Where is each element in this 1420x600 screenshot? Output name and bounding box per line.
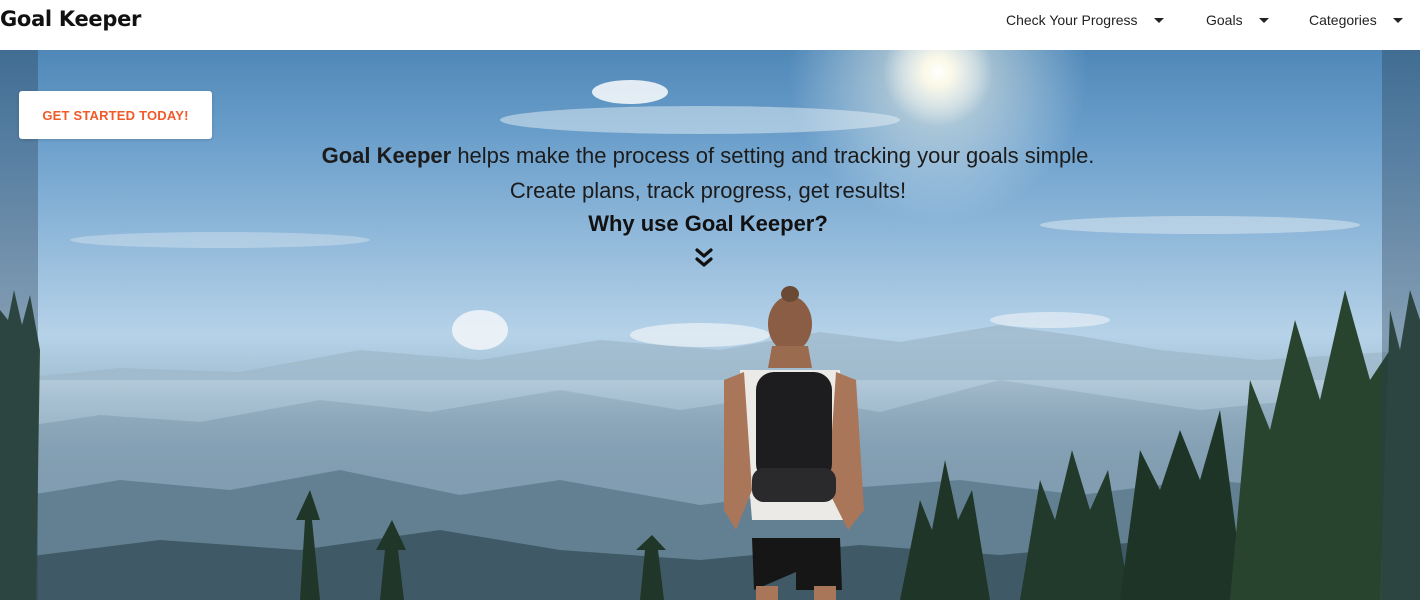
double-chevron-down-icon[interactable] <box>694 247 714 269</box>
brand-logo[interactable]: Goal Keeper <box>0 5 141 33</box>
hero-section: GET STARTED TODAY! Goal Keeper helps mak… <box>0 50 1420 600</box>
nav-check-progress[interactable]: Check Your Progress <box>1006 10 1164 30</box>
caret-down-icon <box>1258 18 1269 23</box>
caret-down-icon <box>1153 18 1164 23</box>
caret-down-icon <box>1392 18 1403 23</box>
get-started-button[interactable]: GET STARTED TODAY! <box>19 91 212 139</box>
hero-tagline: Goal Keeper helps make the process of se… <box>300 138 1116 208</box>
right-edge-shade <box>1382 50 1420 600</box>
nav-categories-label: Categories <box>1309 12 1377 28</box>
nav-check-progress-label: Check Your Progress <box>1006 12 1138 28</box>
top-navbar: Goal Keeper Check Your Progress Goals Ca… <box>0 0 1420 50</box>
nav-categories[interactable]: Categories <box>1309 10 1403 30</box>
hero-background-image <box>0 50 1420 600</box>
tagline-brand: Goal Keeper <box>321 143 452 168</box>
tagline-text: helps make the process of setting and tr… <box>457 143 1095 203</box>
nav-goals[interactable]: Goals <box>1206 10 1269 30</box>
nav-goals-label: Goals <box>1206 12 1243 28</box>
why-use-heading[interactable]: Why use Goal Keeper? <box>0 211 1416 237</box>
